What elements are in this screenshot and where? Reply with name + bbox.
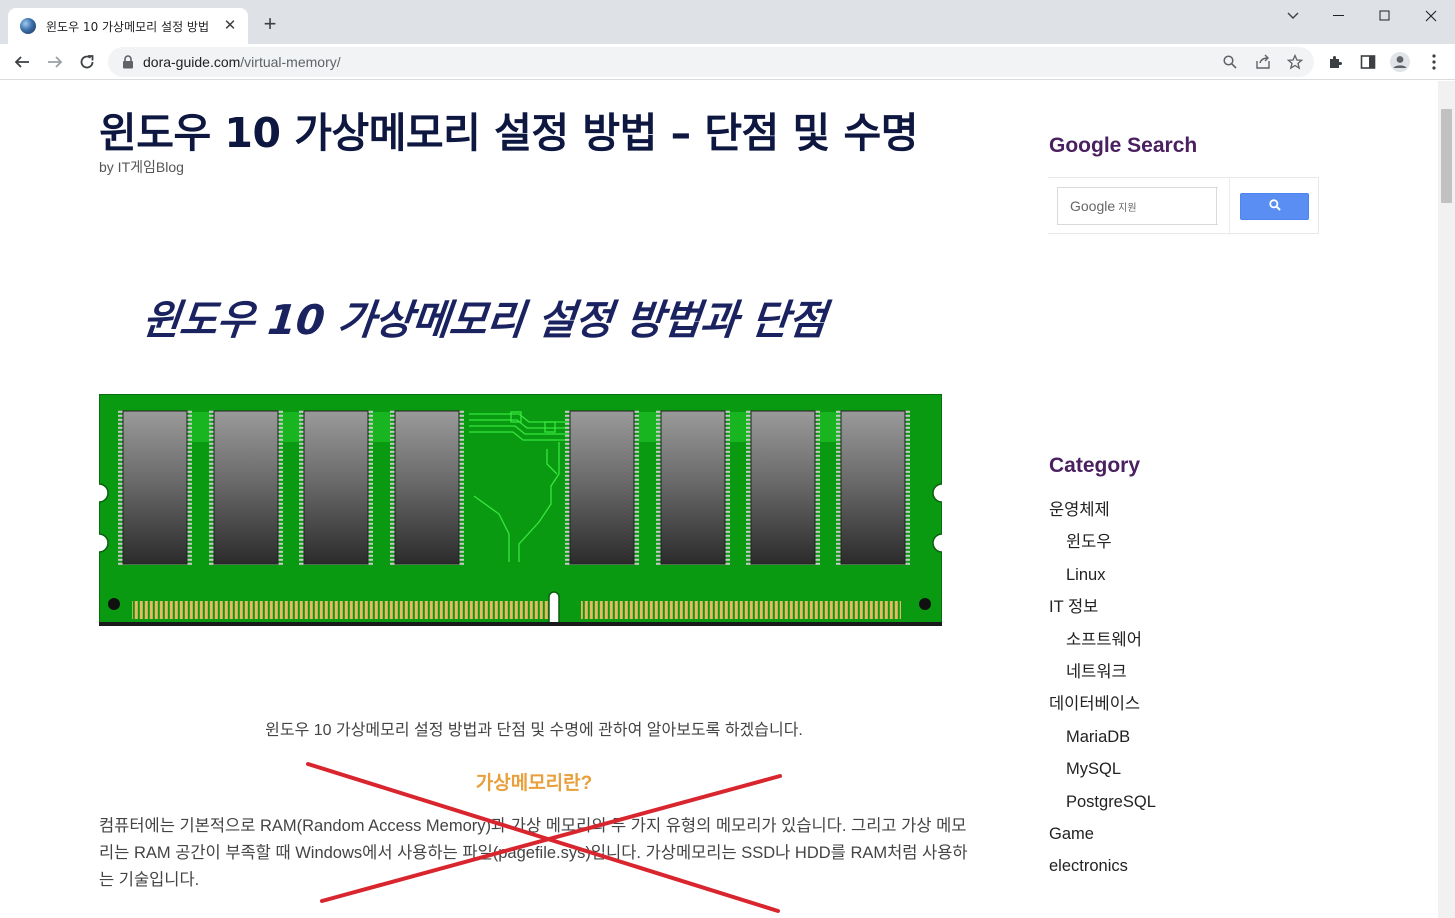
web-page: 윈도우 10 가상메모리 설정 방법 – 단점 및 수명 by IT게임Blog… <box>0 81 1438 918</box>
category-subitem[interactable]: 소프트웨어 <box>1049 628 1156 660</box>
minimize-icon[interactable] <box>1316 0 1362 32</box>
zoom-icon[interactable] <box>1220 52 1240 72</box>
search-button[interactable] <box>1240 193 1309 220</box>
category-item[interactable]: 데이터베이스 <box>1049 692 1156 724</box>
category-widget-title: Category <box>1049 454 1141 477</box>
new-tab-plus-icon[interactable]: + <box>258 13 282 37</box>
tab-title: 윈도우 10 가상메모리 설정 방법 <box>46 19 210 34</box>
side-panel-icon[interactable] <box>1356 50 1380 74</box>
search-placeholder: Google 지원 <box>1070 198 1137 214</box>
ram-module-illustration <box>99 394 942 626</box>
chevron-down-icon[interactable] <box>1270 0 1316 32</box>
category-subitem[interactable]: 윈도우 <box>1049 530 1156 562</box>
hero-caption-text: 윈도우 10 가상메모리 설정 방법과 단점 <box>140 296 829 344</box>
category-subitem[interactable]: PostgreSQL <box>1049 790 1156 822</box>
back-arrow-icon[interactable] <box>10 50 34 74</box>
puzzle-icon[interactable] <box>1323 50 1347 74</box>
star-icon[interactable] <box>1285 52 1305 72</box>
search-input[interactable]: Google 지원 <box>1057 187 1218 225</box>
maximize-icon[interactable] <box>1362 0 1408 32</box>
category-subitem[interactable]: MySQL <box>1049 757 1156 789</box>
profile-icon[interactable] <box>1388 50 1412 74</box>
search-divider <box>1229 178 1230 235</box>
url-text[interactable]: dora-guide.com/virtual-memory/ <box>143 54 341 70</box>
search-icon <box>1268 198 1281 216</box>
tab-strip: 윈도우 10 가상메모리 설정 방법 ✕ + <box>0 0 1455 44</box>
category-item[interactable]: electronics <box>1049 854 1156 886</box>
share-icon[interactable] <box>1253 52 1273 72</box>
kebab-menu-icon[interactable] <box>1422 50 1446 74</box>
category-subitem[interactable]: MariaDB <box>1049 725 1156 757</box>
tab-close-icon[interactable]: ✕ <box>222 18 238 34</box>
category-subitem[interactable]: 네트워크 <box>1049 660 1156 692</box>
scrollbar-thumb[interactable] <box>1441 109 1452 203</box>
globe-favicon-icon <box>20 18 36 34</box>
category-list: 운영체제 윈도우 Linux IT 정보 소프트웨어 네트워크 데이터베이스 MariaDB M… <box>1049 498 1156 887</box>
intro-paragraph: 윈도우 10 가상메모리 설정 방법과 단점 및 수명에 관하여 알아보도록 하… <box>265 722 803 739</box>
post-title: 윈도우 10 가상메모리 설정 방법 – 단점 및 수명 <box>99 109 919 157</box>
lock-icon[interactable] <box>120 54 136 70</box>
forward-arrow-icon[interactable] <box>43 50 67 74</box>
search-divider <box>1216 187 1217 225</box>
body-paragraph: 컴퓨터에는 기본적으로 RAM(Random Access Memory)과 가… <box>99 817 968 889</box>
google-search-widget: Google 지원 <box>1048 177 1319 235</box>
window-close-icon[interactable] <box>1408 0 1454 32</box>
google-search-widget-title: Google Search <box>1049 134 1198 157</box>
post-byline[interactable]: by IT게임Blog <box>99 157 184 177</box>
category-item[interactable]: IT 정보 <box>1049 595 1156 627</box>
section-heading: 가상메모리란? <box>475 773 593 794</box>
category-item[interactable]: 운영체제 <box>1049 498 1156 530</box>
category-subitem[interactable]: Linux <box>1049 563 1156 595</box>
vertical-scrollbar[interactable] <box>1438 81 1455 918</box>
address-bar[interactable]: dora-guide.com/virtual-memory/ <box>108 47 1314 77</box>
reload-icon[interactable] <box>75 50 99 74</box>
browser-toolbar: dora-guide.com/virtual-memory/ <box>0 44 1455 80</box>
category-item[interactable]: Game <box>1049 822 1156 854</box>
active-tab[interactable]: 윈도우 10 가상메모리 설정 방법 ✕ <box>8 8 248 44</box>
